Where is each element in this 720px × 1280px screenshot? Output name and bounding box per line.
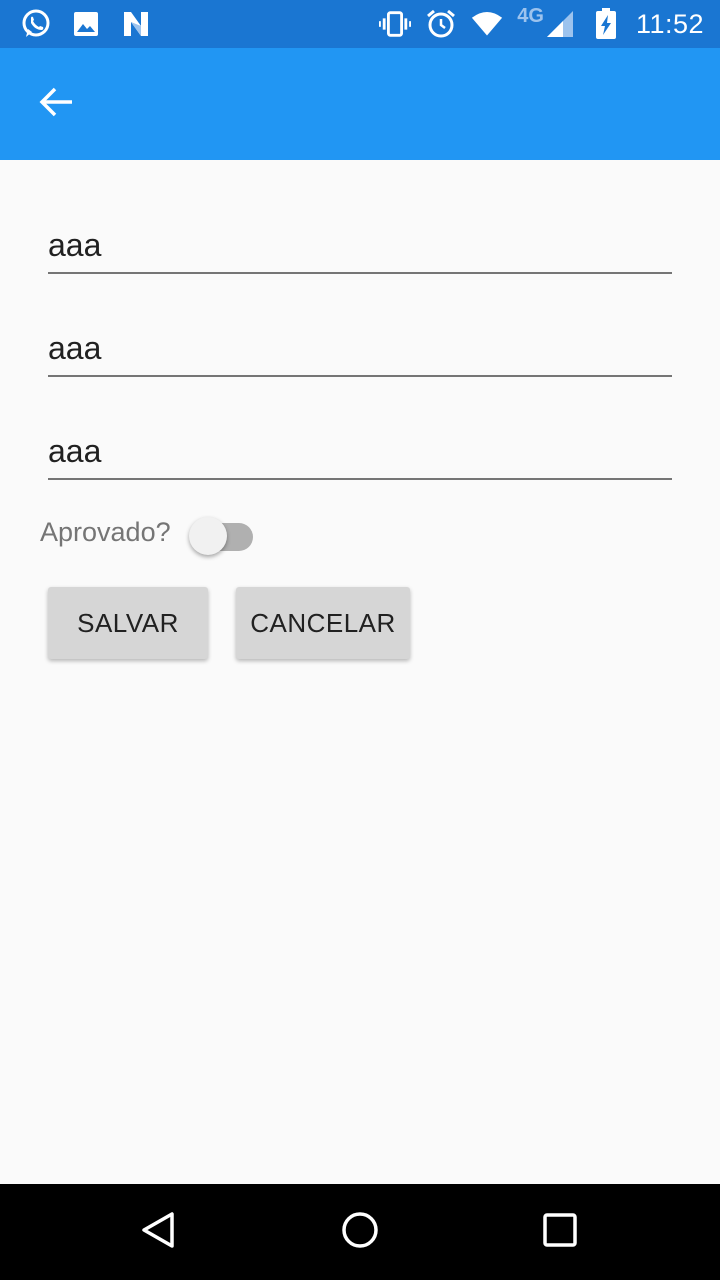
approved-label: Aprovado?: [40, 516, 171, 547]
navigation-bar: [0, 1184, 720, 1280]
whatsapp-icon: [20, 8, 52, 40]
nav-recents-icon: [542, 1212, 578, 1253]
save-button[interactable]: SALVAR: [48, 587, 208, 659]
text-field-1[interactable]: aaa: [48, 218, 672, 274]
nav-back-icon: [140, 1210, 180, 1255]
text-field-2[interactable]: aaa: [48, 321, 672, 377]
nav-back-button[interactable]: [136, 1208, 184, 1256]
network-type: 4G: [517, 4, 544, 27]
signal-icon: [544, 8, 576, 40]
image-icon: [70, 8, 102, 40]
status-notifications: [20, 8, 170, 40]
status-time: 11:52: [635, 8, 704, 39]
status-system: 4G 11:52: [365, 4, 704, 40]
screen: 4G 11:52 aaa aaa aaa Aprovado? SALVAR CA…: [0, 0, 720, 1280]
wifi-icon: [471, 8, 503, 40]
form-content: aaa aaa aaa Aprovado? SALVAR CANCELAR: [0, 160, 720, 1184]
text-field-3[interactable]: aaa: [48, 424, 672, 480]
n-icon: [120, 8, 152, 40]
cancel-button[interactable]: CANCELAR: [236, 587, 410, 659]
battery-charging-icon: [590, 8, 622, 40]
back-button[interactable]: [34, 82, 78, 126]
nav-home-icon: [340, 1210, 380, 1255]
nav-home-button[interactable]: [336, 1208, 384, 1256]
vibrate-icon: [379, 8, 412, 40]
alarm-icon: [425, 8, 457, 40]
approved-row: Aprovado?: [40, 510, 257, 555]
app-bar: [0, 48, 720, 160]
status-bar: 4G 11:52: [0, 0, 720, 48]
switch-thumb: [188, 517, 227, 555]
arrow-left-icon: [38, 86, 74, 123]
nav-recents-button[interactable]: [536, 1208, 584, 1256]
approved-switch[interactable]: [187, 510, 257, 555]
